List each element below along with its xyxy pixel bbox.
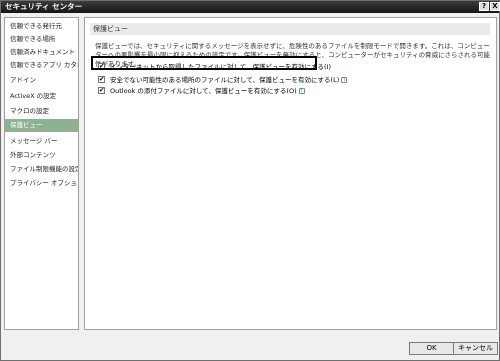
title-bar: セキュリティ センター ? X: [1, 1, 500, 13]
sidebar-item-trusted-app-catalogs[interactable]: 信頼できるアプリ カタログ: [5, 59, 78, 72]
ok-button[interactable]: OK: [409, 342, 454, 355]
section-title: 保護ビュー: [90, 23, 490, 35]
sidebar-item-protected-view[interactable]: 保護ビュー: [5, 119, 78, 132]
option-unsafe-locations-text: 安全でない可能性のある場所のファイルに対して、保護ビューを有効にする(L): [110, 76, 340, 84]
sidebar-item-external-content[interactable]: 外部コンテンツ: [5, 149, 78, 162]
sidebar-item-trusted-locations[interactable]: 信頼できる場所: [5, 33, 78, 46]
info-icon[interactable]: i: [298, 88, 305, 94]
sidebar-item-addins[interactable]: アドイン: [5, 74, 78, 87]
help-button[interactable]: ?: [479, 2, 489, 11]
option-outlook-attachments-label: Outlook の添付ファイルに対して、保護ビューを有効にする(O) i: [110, 86, 305, 96]
sidebar-item-message-bar[interactable]: メッセージ バー: [5, 135, 78, 148]
sidebar-item-trusted-documents[interactable]: 信頼済みドキュメント: [5, 46, 78, 59]
option-unsafe-locations-label: 安全でない可能性のある場所のファイルに対して、保護ビューを有効にする(L) i: [110, 75, 348, 85]
info-icon[interactable]: i: [341, 77, 348, 83]
cancel-button[interactable]: キャンセル: [453, 342, 498, 355]
sidebar-item-trusted-publishers[interactable]: 信頼できる発行元: [5, 20, 78, 33]
sidebar-item-macro-settings[interactable]: マクロの設定: [5, 105, 78, 118]
sidebar-nav: 信頼できる発行元 信頼できる場所 信頼済みドキュメント 信頼できるアプリ カタロ…: [4, 17, 79, 330]
highlight-annotation-box: [91, 56, 317, 70]
window-title: セキュリティ センター: [5, 2, 83, 11]
trust-center-dialog: セキュリティ センター ? X 信頼できる発行元 信頼できる場所 信頼済みドキュ…: [0, 0, 500, 361]
sidebar-item-file-block-settings[interactable]: ファイル制限機能の設定: [5, 163, 78, 176]
option-outlook-attachments-text: Outlook の添付ファイルに対して、保護ビューを有効にする(O): [110, 87, 297, 95]
close-button[interactable]: X: [490, 2, 500, 11]
checkbox-outlook-attachments[interactable]: ✔: [98, 87, 105, 94]
sidebar-item-activex-settings[interactable]: ActiveX の設定: [5, 90, 78, 103]
checkbox-unsafe-locations[interactable]: ✔: [98, 76, 105, 83]
sidebar-item-privacy-options[interactable]: プライバシー オプション: [5, 177, 78, 190]
